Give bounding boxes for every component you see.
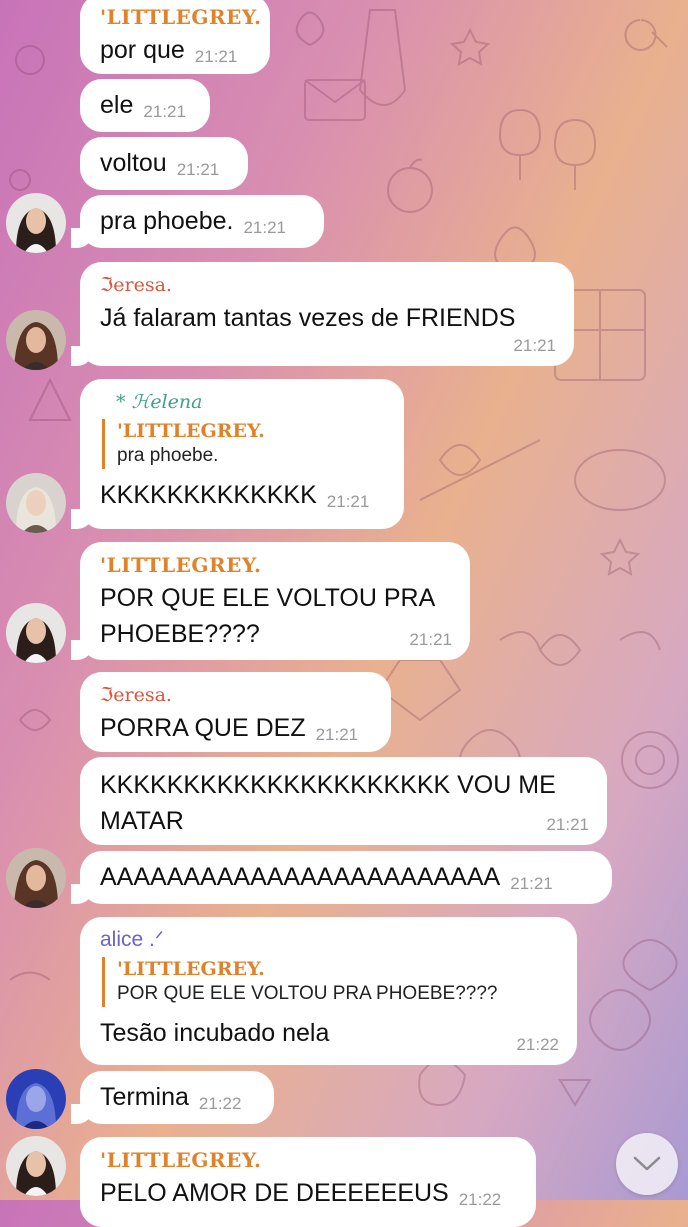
avatar[interactable] [6, 848, 66, 908]
message-text: AAAAAAAAAAAAAAAAAAAAAAAA [100, 863, 501, 891]
sender-name[interactable]: 'LITTLEGREY. [100, 552, 450, 578]
message-time: 21:21 [546, 815, 589, 834]
avatar[interactable] [6, 310, 66, 370]
message-text: pra phoebe. [100, 207, 234, 235]
sender-name[interactable]: ℑeresa. [100, 682, 371, 708]
reply-sender: 'LITTLEGREY. [117, 958, 265, 980]
message-text: KKKKKKKKKKKKKKKKKKKKK VOU ME MATAR [100, 771, 556, 835]
message-text: PORRA QUE DEZ [100, 714, 306, 742]
reply-sender: 'LITTLEGREY. [117, 420, 265, 442]
message-text: Já falaram tantas vezes de FRIENDS [100, 304, 516, 332]
sender-name[interactable]: 'LITTLEGREY. [100, 1147, 516, 1173]
message-bubble[interactable]: AAAAAAAAAAAAAAAAAAAAAAAA 21:21 [71, 851, 612, 904]
message-text: por que [100, 36, 185, 64]
reply-text: POR QUE ELE VOLTOU PRA PHOEBE???? [117, 983, 498, 1004]
sender-name[interactable]: 'LITTLEGREY. [100, 4, 261, 30]
message-bubble[interactable]: KKKKKKKKKKKKKKKKKKKKK VOU ME MATAR 21:21 [80, 757, 607, 845]
message-bubble[interactable]: Termina 21:22 [71, 1071, 274, 1124]
message-bubble[interactable]: * ℋelena 'LITTLEGREY. pra phoebe. KKKKKK… [71, 379, 404, 529]
avatar[interactable] [6, 473, 66, 533]
message-text: KKKKKKKKKKKKK [100, 481, 317, 509]
message-time: 21:21 [409, 630, 452, 649]
sender-name[interactable]: alice .ᐟ [100, 927, 557, 953]
message-bubble[interactable]: 'LITTLEGREY. por que 21:21 [80, 0, 270, 74]
message-time: 21:21 [315, 725, 359, 744]
message-bubble[interactable]: 'LITTLEGREY. PELO AMOR DE DEEEEEEUS 21:22 [80, 1137, 536, 1227]
message-time: 21:21 [194, 47, 238, 66]
message-time: 21:21 [326, 492, 370, 511]
scroll-to-bottom-button[interactable] [616, 1133, 678, 1195]
message-time: 21:21 [243, 218, 286, 237]
message-time: 21:22 [516, 1035, 559, 1054]
message-bubble[interactable]: 'LITTLEGREY. POR QUE ELE VOLTOU PRA PHOE… [71, 542, 470, 660]
chevron-down-icon [633, 1156, 661, 1171]
message-bubble[interactable]: ℑeresa. PORRA QUE DEZ 21:21 [80, 672, 391, 752]
message-text: ele [100, 91, 134, 119]
message-text: Tesão incubado nela [100, 1019, 330, 1047]
message-text: Termina [100, 1083, 189, 1111]
message-list[interactable]: 'LITTLEGREY. por que 21:21 ele 21:21 volto… [0, 0, 688, 1227]
reply-quote[interactable]: 'LITTLEGREY. POR QUE ELE VOLTOU PRA PHOE… [102, 957, 557, 1007]
sender-name[interactable]: * ℋelena [116, 389, 384, 415]
message-time: 21:21 [513, 336, 556, 355]
message-time: 21:22 [198, 1094, 242, 1113]
avatar[interactable] [6, 1069, 66, 1129]
message-text: voltou [100, 149, 167, 177]
message-text: PELO AMOR DE DEEEEEEUS [100, 1179, 449, 1207]
sender-name[interactable]: ℑeresa. [100, 272, 554, 298]
message-time: 21:21 [176, 160, 220, 179]
message-bubble[interactable]: pra phoebe. 21:21 [71, 195, 324, 248]
avatar[interactable] [6, 1136, 66, 1196]
avatar[interactable] [6, 193, 66, 253]
message-bubble[interactable]: voltou 21:21 [80, 137, 248, 190]
message-bubble[interactable]: ℑeresa. Já falaram tantas vezes de FRIEN… [71, 262, 574, 366]
avatar[interactable] [6, 603, 66, 663]
message-bubble[interactable]: ele 21:21 [80, 79, 210, 132]
message-time: 21:21 [510, 874, 553, 893]
message-time: 21:21 [143, 102, 186, 121]
message-bubble[interactable]: alice .ᐟ 'LITTLEGREY. POR QUE ELE VOLTOU… [80, 917, 577, 1065]
reply-text: pra phoebe. [117, 445, 219, 466]
reply-quote[interactable]: 'LITTLEGREY. pra phoebe. [102, 419, 384, 469]
message-text: POR QUE ELE VOLTOU PRA PHOEBE???? [100, 584, 436, 648]
